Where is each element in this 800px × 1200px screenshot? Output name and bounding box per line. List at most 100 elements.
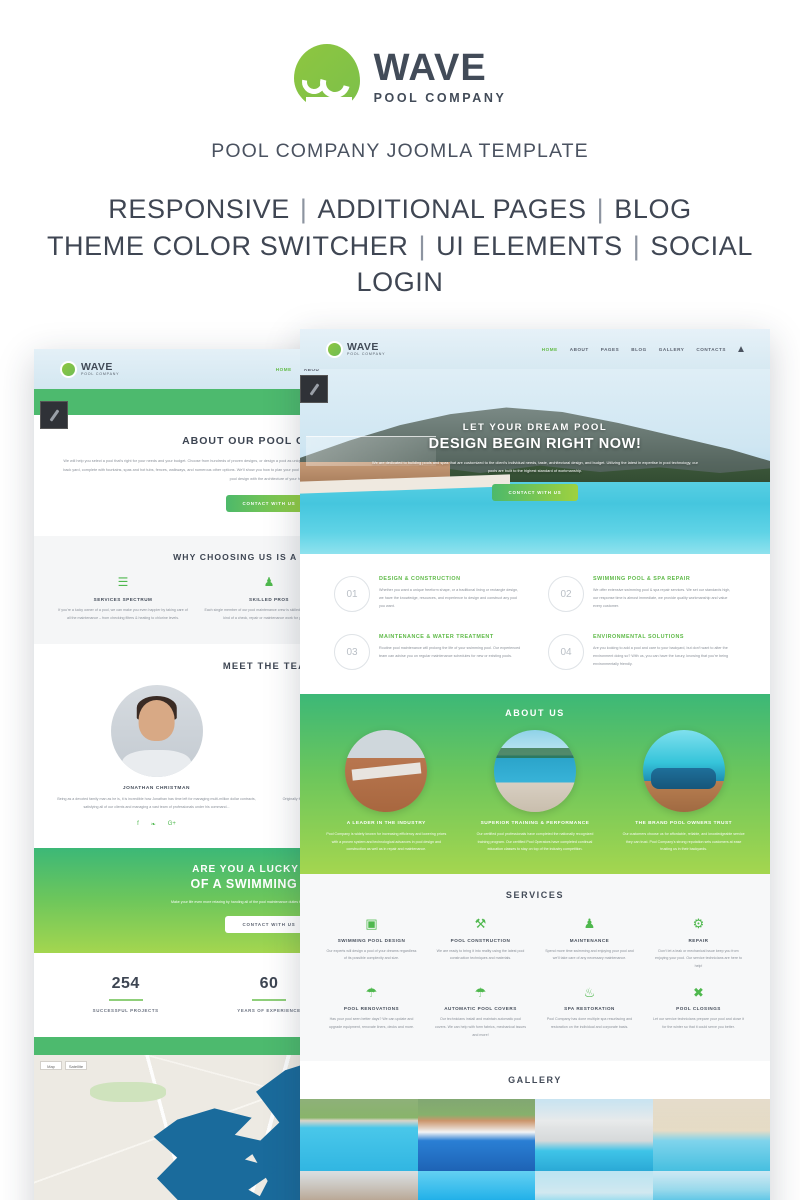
about-text: We will help you select a pool that's ri… <box>63 459 320 481</box>
gallery-image[interactable] <box>535 1171 653 1200</box>
theme-color-switcher-icon[interactable] <box>40 401 68 430</box>
about-section: ABOUT OUR POOL COMPANY We will help you … <box>34 415 320 537</box>
separator: | <box>632 230 641 261</box>
about-title: ABOUT OUR POOL COMPANY <box>182 435 320 448</box>
nav-item-contacts[interactable]: CONTACTS <box>696 347 726 352</box>
step-item: 02 SWIMMING POOL & SPA REPAIR We offer e… <box>548 576 736 613</box>
why-item-title: SERVICES SPECTRUM <box>93 597 153 603</box>
about-us-card-title: A LEADER IN THE INDUSTRY <box>346 821 426 827</box>
gallery-image[interactable] <box>300 1171 418 1200</box>
feature-blog: BLOG <box>614 194 692 224</box>
service-text: Our experts will design a pool of your d… <box>326 948 417 961</box>
step-text: Whether you want a unique freeform shape… <box>379 588 519 609</box>
site-logo[interactable]: WAVE POOL COMPANY <box>60 360 119 378</box>
about-us-card-title: THE BRAND POOL OWNERS TRUST <box>635 821 733 827</box>
nav-item-home[interactable]: HOME <box>542 347 558 352</box>
facebook-icon[interactable]: f <box>137 821 139 828</box>
service-text: Has your pool seen better days? We can u… <box>328 1017 415 1029</box>
image-icon: ▣ <box>365 916 378 932</box>
nav-item-about[interactable]: ABOUT <box>570 347 589 352</box>
logo-name: WAVE <box>373 47 487 90</box>
service-title: REPAIR <box>688 937 709 943</box>
gallery-section: GALLERY <box>300 1061 770 1200</box>
gallery-title: GALLERY <box>508 1075 562 1086</box>
hero-headline: DESIGN BEGIN RIGHT NOW! <box>428 435 642 452</box>
team-member-name: JONATHAN CHRISTMAN <box>122 786 191 792</box>
pool-excavation-photo <box>345 730 428 813</box>
service-title: MAINTENANCE <box>569 937 610 943</box>
nav-item-pages[interactable]: PAGES <box>601 347 620 352</box>
gallery-image[interactable] <box>652 1099 770 1172</box>
about-us-card-text: Our certified pool professionals have co… <box>476 832 594 852</box>
social-links: f ❧ G+ <box>56 821 257 828</box>
promo-features-line-2: THEME COLOR SWITCHER | UI ELEMENTS | SOCIAL … <box>0 228 800 301</box>
step-number: 01 <box>334 576 370 613</box>
why-section: WHY CHOOSING US IS A SMART IDEA ☰ SERVIC… <box>34 536 320 645</box>
service-item: ♟ MAINTENANCE Spend more time swimming a… <box>540 916 639 971</box>
team-member-bio: Being as a devoted family man as he is, … <box>57 797 256 809</box>
gallery-image[interactable] <box>652 1171 770 1200</box>
service-item: ⚒ POOL CONSTRUCTION We are ready to brin… <box>431 916 530 971</box>
gallery-image[interactable] <box>417 1099 535 1172</box>
umbrella-icon: ☂ <box>474 984 487 1000</box>
counters-section: 254 SUCCESSFUL PROJECTS 60 YEARS OF EXPE… <box>34 953 320 1038</box>
step-text: Are you looking to add a pool and care t… <box>593 646 729 667</box>
service-item: ▣ SWIMMING POOL DESIGN Our experts will … <box>322 916 421 971</box>
service-text: We are ready to bring it into reality us… <box>436 948 525 961</box>
theme-color-switcher-icon[interactable] <box>300 375 328 404</box>
why-item: ☰ SERVICES SPECTRUM If you're a lucky ow… <box>56 576 190 622</box>
about-us-card: THE BRAND POOL OWNERS TRUST Our customer… <box>617 730 750 854</box>
user-icon[interactable] <box>738 346 744 353</box>
about-us-card: SUPERIOR TRAINING & PERFORMANCE Our cert… <box>469 730 602 854</box>
step-title: ENVIRONMENTAL SOLUTIONS <box>593 634 684 641</box>
map-button-map[interactable]: Map <box>40 1061 62 1071</box>
google-plus-icon[interactable]: G+ <box>168 821 176 828</box>
spa-icon: ♨ <box>583 984 596 1000</box>
service-text: Let our service technicians prepare your… <box>653 1017 744 1029</box>
hero-cta-button[interactable]: CONTACT WITH US <box>491 484 579 502</box>
step-title: SWIMMING POOL & SPA REPAIR <box>593 576 691 583</box>
separator: | <box>418 230 427 261</box>
wave-logo-icon <box>326 340 343 358</box>
step-text: We offer extensive swimming pool & spa r… <box>593 588 731 609</box>
step-item: 01 DESIGN & CONSTRUCTION Whether you wan… <box>334 576 522 613</box>
gallery-image[interactable] <box>535 1099 653 1172</box>
gallery-image[interactable] <box>300 1099 418 1172</box>
maintenance-icon: ♟ <box>583 916 596 932</box>
site-logo-tagline: POOL COMPANY <box>347 352 386 357</box>
map-button-satellite[interactable]: Satellite <box>65 1061 87 1071</box>
service-item: ⚙ REPAIR Don't let a leak or mechanical … <box>649 916 748 971</box>
team-section: MEET THE TEAM JONATHAN CHRISTMAN Being a… <box>34 644 320 848</box>
site-logo[interactable]: WAVE POOL COMPANY <box>326 340 386 358</box>
services-title: SERVICES <box>505 889 565 900</box>
resort-pool-photo <box>493 730 576 813</box>
twitter-icon[interactable]: ❧ <box>151 821 156 828</box>
service-title: POOL CLOSINGS <box>676 1006 721 1012</box>
nav-item-home[interactable]: HOME <box>276 367 292 372</box>
nav-item-blog[interactable]: BLOG <box>631 347 646 352</box>
site-logo-name: WAVE <box>347 340 379 353</box>
pool-cleaner-robot-photo <box>642 730 725 813</box>
gallery-image[interactable] <box>417 1171 535 1200</box>
why-item-text: If you're a lucky owner of a pool, we ca… <box>58 608 188 620</box>
service-title: SWIMMING POOL DESIGN <box>337 937 406 943</box>
promo-subtitle: POOL COMPANY JOOMLA TEMPLATE <box>211 140 589 162</box>
mockup-about-page[interactable]: WAVE POOL COMPANY HOME ABOUT PAGES BLOG … <box>34 349 320 1200</box>
steps-section: 01 DESIGN & CONSTRUCTION Whether you wan… <box>300 554 770 695</box>
site-header: WAVE POOL COMPANY HOME ABOUT PAGES BLOG … <box>34 349 320 390</box>
hero-banner: LET YOUR DREAM POOL DESIGN BEGIN RIGHT N… <box>300 369 770 555</box>
nav-item-gallery[interactable]: GALLERY <box>659 347 685 352</box>
counter-underline <box>251 999 286 1002</box>
contact-map[interactable]: Stuart Mappe New York Map Satellite <box>34 1055 320 1200</box>
gear-icon: ⚙ <box>692 916 705 932</box>
step-item: 04 ENVIRONMENTAL SOLUTIONS Are you looki… <box>548 634 736 671</box>
step-title: MAINTENANCE & WATER TREATMENT <box>379 634 494 641</box>
wave-logo-icon <box>293 44 360 110</box>
counter-item: 254 SUCCESSFUL PROJECTS <box>54 975 197 1013</box>
mockup-home-page[interactable]: WAVE POOL COMPANY HOME ABOUT PAGES BLOG … <box>300 329 770 1200</box>
service-item: ☂ POOL RENOVATIONS Has your pool seen be… <box>322 984 421 1039</box>
hero-text: We are dedicated to building pools and s… <box>372 459 698 474</box>
feature-theme-color-switcher: THEME COLOR SWITCHER <box>46 230 409 261</box>
service-text: Our technicians install and maintain aut… <box>434 1017 526 1037</box>
paint-drop-icon: ☂ <box>365 984 378 1000</box>
